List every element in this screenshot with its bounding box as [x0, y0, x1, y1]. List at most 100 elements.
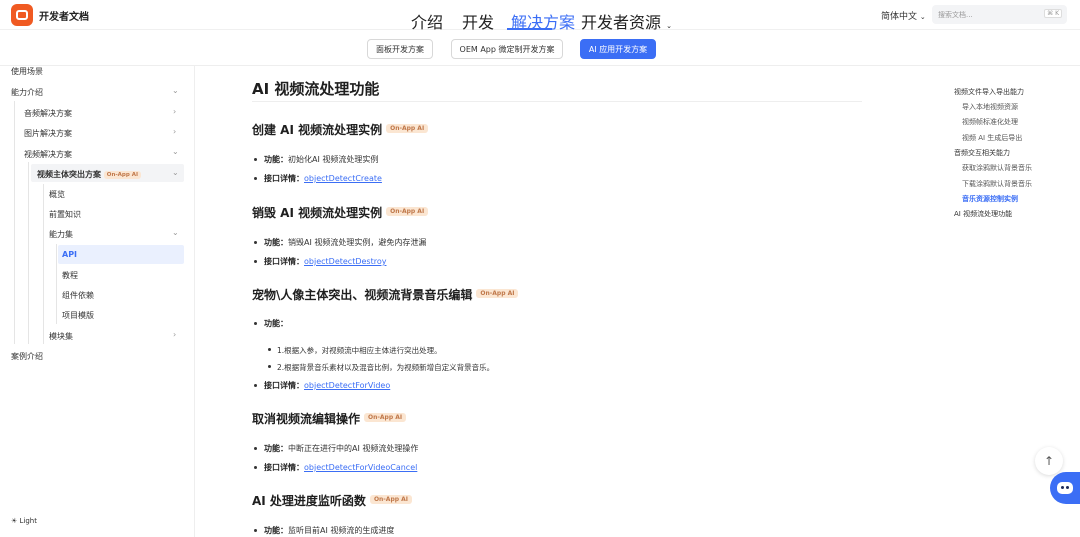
function-label: 功能：	[264, 526, 288, 535]
section-heading-text: 销毁 AI 视频流处理实例	[252, 206, 383, 220]
sidebar-item-dependencies[interactable]: 组件依赖	[62, 290, 94, 301]
sidebar-item-image[interactable]: 图片解决方案	[24, 128, 72, 139]
sidebar-item-cases[interactable]: 案例介绍	[11, 351, 43, 362]
chevron-down-icon[interactable]: ⌄	[172, 147, 179, 156]
sidebar-divider	[194, 66, 195, 537]
function-label: 功能：	[264, 319, 288, 328]
solution-ai-app-button[interactable]: AI 应用开发方案	[580, 39, 656, 59]
sidebar-item-label: 视频主体突出方案	[37, 170, 101, 179]
sun-icon: ☀	[11, 517, 18, 525]
search-input[interactable]: 搜索文档... ⌘ K	[932, 5, 1067, 24]
chevron-down-icon: ⌄	[919, 13, 926, 21]
section-heading: 取消视频流编辑操作 On-App AI	[252, 410, 407, 427]
language-selector[interactable]: 简体中文 ⌄	[881, 9, 926, 22]
function-line: 功能：中断正在进行中的AI 视频流处理操作	[253, 443, 419, 454]
nav-active-indicator	[507, 28, 552, 30]
function-text: 中断正在进行中的AI 视频流处理操作	[288, 444, 419, 453]
brand-title[interactable]: 开发者文档	[39, 8, 89, 23]
sidebar-item-use-cases[interactable]: 使用场景	[11, 66, 43, 77]
nav-dev-resources-label: 开发者资源	[581, 13, 662, 32]
sidebar-item-capability-set[interactable]: 能力集	[49, 229, 73, 240]
nav-dev-resources[interactable]: 开发者资源 ⌄	[581, 9, 672, 33]
section-heading-text: 宠物\人像主体突出、视频流背景音乐编辑	[252, 288, 473, 302]
section-heading-text: 取消视频流编辑操作	[252, 412, 361, 426]
chevron-down-icon[interactable]: ⌄	[172, 168, 179, 177]
robot-icon	[1057, 482, 1073, 494]
function-sub-item: 1.根据入参，对视频流中相应主体进行突出处理。	[268, 346, 442, 355]
api-link[interactable]: objectDetectForVideo	[304, 381, 390, 390]
top-navbar: 开发者文档 介绍 开发 解决方案 开发者资源 ⌄ 简体中文 ⌄ 搜索文档... …	[0, 0, 1080, 33]
header-divider	[0, 65, 1080, 66]
toc-item[interactable]: 获取涂鸦默认背景音乐	[962, 163, 1032, 173]
page-title: AI 视频流处理功能	[252, 80, 380, 98]
api-link[interactable]: objectDetectDestroy	[304, 257, 386, 266]
on-app-ai-badge: On-App AI	[386, 124, 429, 133]
section-heading: 宠物\人像主体突出、视频流背景音乐编辑 On-App AI	[252, 286, 519, 303]
on-app-ai-badge: On-App AI	[369, 495, 412, 504]
chevron-down-icon[interactable]: ⌄	[172, 228, 179, 237]
api-link[interactable]: objectDetectForVideoCancel	[304, 463, 417, 472]
function-label: 功能：	[264, 155, 288, 164]
function-line: 功能：监听目前AI 视频流的生成进度	[253, 525, 395, 536]
tree-guide-line	[14, 101, 15, 344]
solution-panel-button[interactable]: 面板开发方案	[367, 39, 433, 59]
on-app-ai-badge: On-App AI	[476, 289, 519, 298]
chevron-down-icon[interactable]: ⌄	[172, 86, 179, 95]
function-sub-item: 2.根据背景音乐素材以及混音比例，为视频新增自定义背景音乐。	[267, 363, 495, 372]
function-text: 监听目前AI 视频流的生成进度	[288, 526, 395, 535]
api-line: 接口详情：objectDetectDestroy	[253, 256, 386, 267]
back-to-top-button[interactable]: ↑	[1035, 447, 1063, 475]
solution-oem-app-button[interactable]: OEM App 微定制开发方案	[451, 39, 563, 59]
function-line: 功能：销毁AI 视频流处理实例，避免内存泄漏	[253, 237, 426, 248]
on-app-ai-badge: On-App AI	[103, 170, 142, 179]
api-line: 接口详情：objectDetectCreate	[254, 173, 382, 184]
api-label: 接口详情：	[264, 257, 304, 266]
section-heading-text: 创建 AI 视频流处理实例	[252, 123, 383, 137]
nav-develop[interactable]: 开发	[462, 9, 494, 33]
tree-guide-line	[43, 184, 44, 344]
search-placeholder: 搜索文档...	[938, 10, 973, 19]
sidebar-item-prerequisites[interactable]: 前置知识	[49, 209, 81, 220]
chevron-right-icon[interactable]: ›	[173, 127, 176, 136]
nav-intro[interactable]: 介绍	[411, 9, 443, 33]
chevron-right-icon[interactable]: ›	[173, 107, 176, 116]
sidebar-item-template[interactable]: 项目模版	[62, 310, 94, 321]
chevron-right-icon[interactable]: ›	[173, 330, 176, 339]
sidebar-item-overview[interactable]: 概览	[49, 189, 65, 200]
function-line: 功能：初始化AI 视频流处理实例	[253, 154, 379, 165]
sidebar-item-capabilities[interactable]: 能力介绍	[11, 87, 43, 98]
toc-item[interactable]: 下载涂鸦默认背景音乐	[962, 179, 1032, 189]
toc-item[interactable]: 视频帧标准化处理	[962, 117, 1018, 127]
brand-logo-icon[interactable]	[11, 4, 33, 26]
section-heading: 创建 AI 视频流处理实例 On-App AI	[252, 121, 429, 138]
sidebar-item-api[interactable]: API	[62, 250, 77, 259]
api-line: 接口详情：objectDetectForVideo	[253, 380, 390, 391]
tree-guide-line	[28, 162, 29, 344]
sidebar-item-modules[interactable]: 模块集	[49, 331, 73, 342]
api-link[interactable]: objectDetectCreate	[304, 174, 382, 183]
toc-item[interactable]: 音频交互相关能力	[954, 148, 1010, 158]
sidebar-item-video-subject[interactable]: 视频主体突出方案 On-App AI	[37, 169, 142, 180]
api-label: 接口详情：	[264, 381, 304, 390]
toc-item[interactable]: 视频 AI 生成后导出	[962, 133, 1022, 143]
api-line: 接口详情：objectDetectForVideoCancel	[253, 462, 417, 473]
sidebar-item-tutorial[interactable]: 教程	[62, 270, 78, 281]
theme-toggle[interactable]: ☀ Light	[11, 517, 37, 525]
function-text: 初始化AI 视频流处理实例	[288, 155, 379, 164]
ai-assistant-button[interactable]	[1050, 472, 1080, 504]
toc-item[interactable]: 导入本地视频资源	[962, 102, 1018, 112]
chevron-down-icon: ⌄	[666, 22, 672, 30]
sidebar-item-video[interactable]: 视频解决方案	[24, 149, 72, 160]
api-label: 接口详情：	[264, 463, 304, 472]
sidebar-item-audio[interactable]: 音频解决方案	[24, 108, 72, 119]
toc-item[interactable]: 视频文件导入导出能力	[954, 87, 1024, 97]
toc-item-active[interactable]: 音乐资源控制实例	[962, 194, 1018, 204]
title-divider	[252, 101, 862, 102]
api-label: 接口详情：	[264, 174, 304, 183]
toc-item[interactable]: AI 视频流处理功能	[954, 209, 1012, 219]
tree-guide-line	[56, 244, 57, 324]
theme-label: Light	[19, 517, 37, 525]
function-line: 功能：	[254, 318, 288, 329]
function-label: 功能：	[264, 238, 288, 247]
on-app-ai-badge: On-App AI	[386, 207, 429, 216]
